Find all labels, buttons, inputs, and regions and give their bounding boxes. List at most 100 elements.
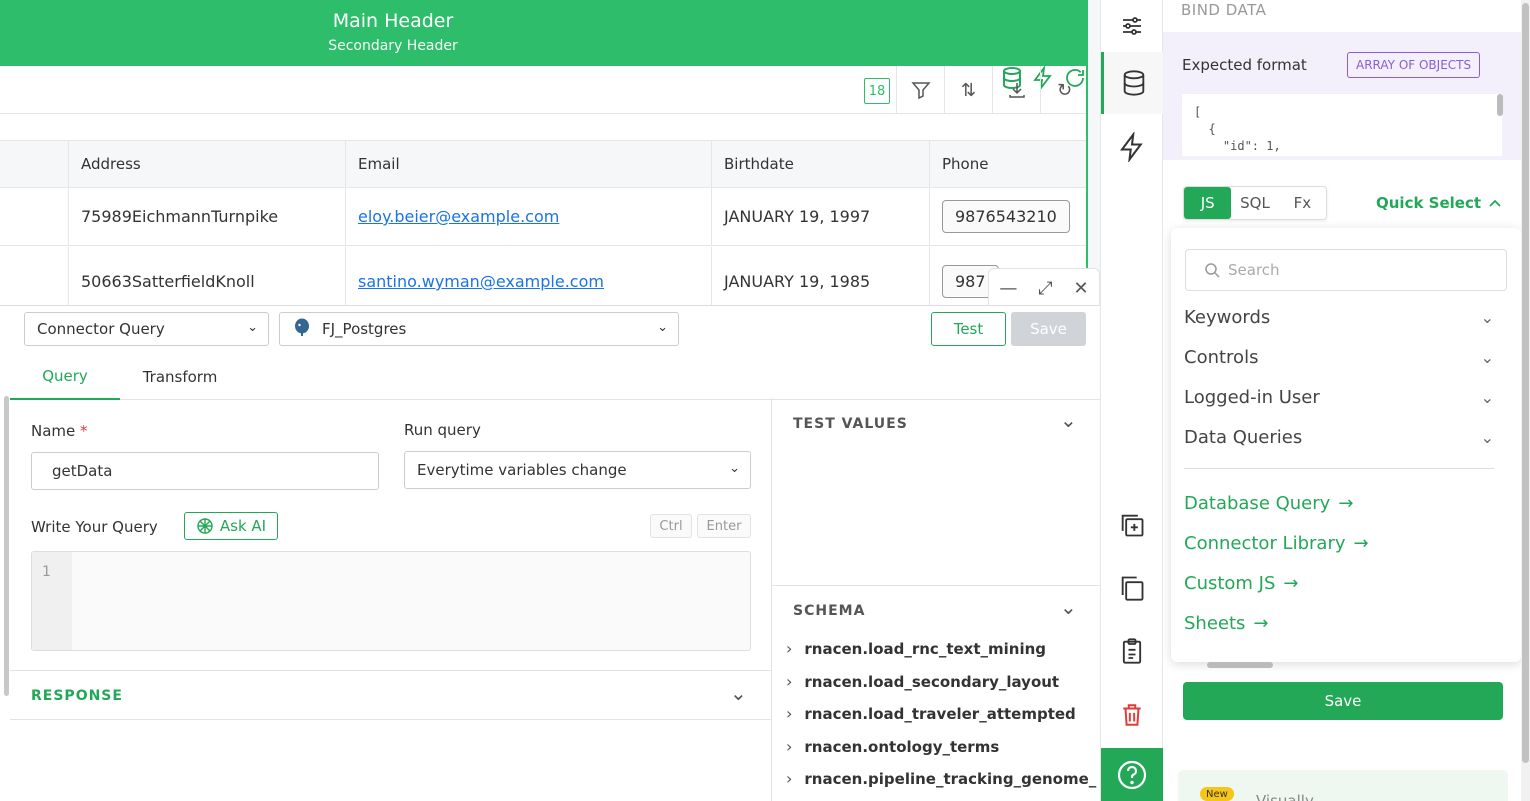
tab-transform[interactable]: Transform	[125, 354, 235, 400]
filter-icon	[910, 82, 931, 100]
phone-input[interactable]: 9876543210	[942, 200, 1070, 233]
mode-sql[interactable]: SQL	[1231, 187, 1278, 219]
query-tabs: Query Transform	[10, 354, 1100, 400]
minimize-icon[interactable]: —	[999, 278, 1017, 299]
quick-select-search[interactable]: Search	[1185, 249, 1507, 291]
promo-text: Visually ...	[1256, 792, 1333, 801]
column-header-phone[interactable]: Phone	[929, 141, 1086, 187]
write-query-label: Write Your Query	[31, 518, 158, 536]
arrow-right-icon: →	[1338, 493, 1354, 514]
schema-table-item[interactable]: › rnacen.load_traveler_attempted	[786, 704, 1076, 723]
schema-label: SCHEMA	[793, 603, 866, 619]
postgres-icon	[292, 317, 312, 341]
delete-button[interactable]	[1101, 684, 1163, 746]
category-logged-in-user[interactable]: Logged-in User ⌄	[1184, 387, 1494, 408]
expected-format-box: Expected format ARRAY OF OBJECTS [ { "id…	[1163, 32, 1521, 160]
actions-tab[interactable]	[1101, 116, 1163, 178]
category-controls[interactable]: Controls ⌄	[1184, 347, 1494, 368]
kbd-enter: Enter	[697, 514, 751, 538]
arrow-right-icon: →	[1353, 533, 1369, 554]
test-values-label: TEST VALUES	[793, 416, 908, 432]
save-query-button[interactable]: Save	[1011, 312, 1086, 346]
schema-table-item[interactable]: › rnacen.load_rnc_text_mining	[786, 639, 1046, 658]
trash-icon	[1123, 704, 1141, 726]
duplicate-button[interactable]	[1101, 557, 1163, 619]
test-button[interactable]: Test	[931, 312, 1006, 346]
quick-select-toggle[interactable]: Quick Select	[1376, 194, 1501, 212]
datasource-select[interactable]: FJ_Postgres ⌄	[279, 312, 679, 346]
schema-table-item[interactable]: › rnacen.pipeline_tracking_genome_	[786, 769, 1101, 788]
pane-scrollbar-track[interactable]	[1521, 0, 1530, 801]
pane-scrollbar-thumb[interactable]	[1522, 3, 1529, 763]
column-header-email[interactable]: Email	[345, 141, 711, 187]
refresh-table-button[interactable]: ↻	[1040, 66, 1088, 114]
chevron-down-icon: ⌄	[1480, 428, 1494, 447]
schema-table-item[interactable]: › rnacen.ontology_terms	[786, 737, 999, 756]
run-query-select[interactable]: Everytime variables change ⌄	[404, 451, 751, 489]
close-icon[interactable]: ✕	[1073, 278, 1088, 299]
help-icon	[1117, 760, 1147, 789]
table-head: Address Email Birthdate Phone	[0, 140, 1086, 188]
download-button[interactable]	[992, 66, 1040, 114]
tab-query[interactable]: Query	[10, 354, 120, 400]
bind-data-tab[interactable]	[1101, 52, 1163, 114]
mode-js[interactable]: JS	[1184, 187, 1232, 219]
table-row[interactable]: 75989EichmannTurnpike eloy.beier@example…	[0, 188, 1086, 246]
response-label: RESPONSE	[31, 688, 123, 704]
chevron-down-icon[interactable]: ⌄	[1060, 408, 1077, 432]
ask-ai-button[interactable]: Ask AI	[184, 512, 278, 540]
chevron-down-icon: ⌄	[657, 320, 668, 335]
table-widget[interactable]: Main Header Secondary Header 18 ⇅ ↻ Addr…	[0, 0, 1088, 320]
sort-button[interactable]: ⇅	[944, 66, 992, 114]
pane-title: BIND DATA	[1181, 1, 1267, 19]
sliders-icon	[1123, 17, 1141, 35]
column-header-birthdate[interactable]: Birthdate	[711, 141, 929, 187]
horizontal-scrollbar[interactable]	[1207, 662, 1273, 668]
query-editor[interactable]: 1	[31, 551, 751, 651]
email-link[interactable]: santino.wyman@example.com	[358, 272, 604, 291]
query-panel: Connector Query ⌄ FJ_Postgres ⌄ Test Sav…	[0, 305, 1101, 801]
mode-fx[interactable]: Fx	[1279, 187, 1326, 219]
response-section[interactable]: RESPONSE ⌄	[10, 670, 771, 720]
promo-card[interactable]: New Visually ...	[1178, 770, 1508, 801]
required-mark: *	[80, 422, 88, 440]
cell-email: eloy.beier@example.com	[345, 188, 711, 245]
copy-icon	[1121, 576, 1144, 601]
divider	[1184, 468, 1494, 469]
lightning-icon	[1120, 132, 1143, 162]
secondary-header-title: Secondary Header	[328, 38, 458, 54]
name-label: Name *	[31, 422, 88, 440]
query-name-input[interactable]: getData	[31, 452, 379, 490]
link-custom-js[interactable]: Custom JS →	[1184, 573, 1299, 594]
chevron-down-icon[interactable]: ⌄	[1060, 595, 1077, 619]
help-button[interactable]	[1101, 748, 1163, 801]
properties-tab[interactable]	[1101, 0, 1163, 52]
schema-table-item[interactable]: › rnacen.load_secondary_layout	[786, 672, 1059, 691]
chevron-down-icon: ⌄	[729, 461, 740, 476]
filter-button[interactable]	[896, 66, 944, 114]
panel-scrollbar[interactable]	[4, 396, 9, 696]
link-connector-library[interactable]: Connector Library →	[1184, 533, 1369, 554]
run-query-label: Run query	[404, 421, 481, 439]
query-type-select[interactable]: Connector Query ⌄	[24, 312, 269, 346]
cell-birthdate: JANUARY 19, 1997	[711, 188, 929, 245]
link-sheets[interactable]: Sheets →	[1184, 613, 1269, 634]
refresh-icon: ↻	[1056, 79, 1073, 101]
new-badge: New	[1200, 787, 1234, 801]
paste-button[interactable]	[1101, 620, 1163, 682]
category-keywords[interactable]: Keywords ⌄	[1184, 307, 1494, 328]
link-database-query[interactable]: Database Query →	[1184, 493, 1353, 514]
category-data-queries[interactable]: Data Queries ⌄	[1184, 427, 1494, 448]
query-side-panel: TEST VALUES ⌄ SCHEMA ⌄ › rnacen.load_rnc_…	[771, 398, 1101, 801]
save-binding-button[interactable]: Save	[1183, 682, 1503, 720]
add-widget-button[interactable]	[1101, 494, 1163, 556]
code-scrollbar[interactable]	[1497, 94, 1503, 116]
column-header-address[interactable]: Address	[68, 141, 345, 187]
chevron-right-icon: ›	[786, 704, 793, 723]
search-placeholder: Search	[1228, 261, 1280, 279]
mode-toggle: JS SQL Fx	[1183, 186, 1327, 220]
email-link[interactable]: eloy.beier@example.com	[358, 207, 559, 226]
chevron-right-icon: ›	[786, 769, 793, 788]
line-gutter: 1	[32, 552, 72, 650]
expand-icon[interactable]: ⤢	[1038, 278, 1052, 299]
